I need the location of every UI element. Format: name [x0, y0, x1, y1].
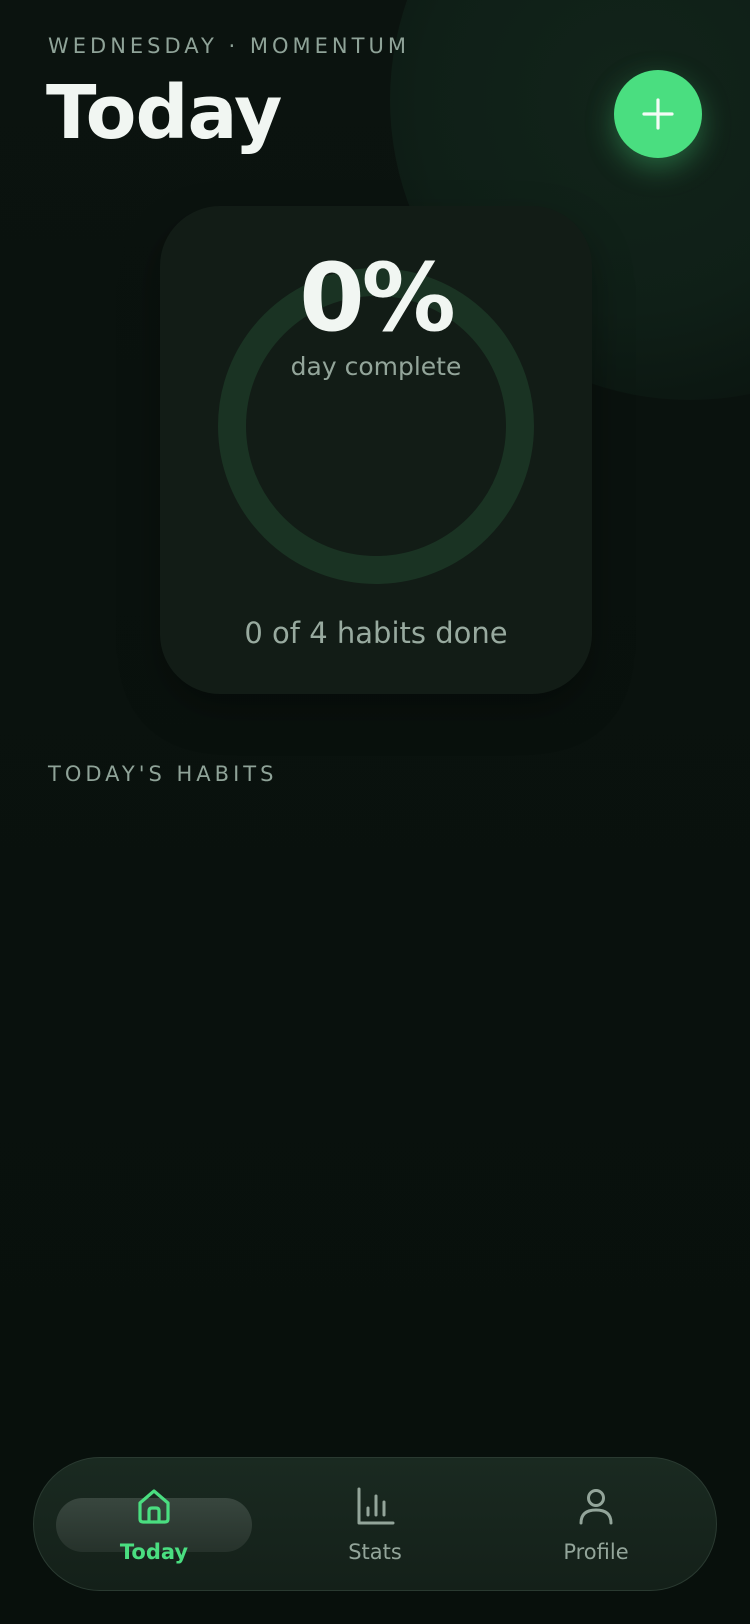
progress-card: 0% day complete 0 of 4 habits done	[160, 206, 592, 694]
bar-chart-icon	[357, 1487, 395, 1525]
plus-icon	[642, 98, 674, 130]
tab-profile[interactable]: Profile	[496, 1458, 696, 1592]
tab-profile-label: Profile	[563, 1540, 629, 1564]
tab-stats[interactable]: Stats	[275, 1458, 475, 1592]
page-title: Today	[46, 70, 282, 156]
tab-today-label: Today	[119, 1540, 189, 1564]
completion-percent: 0%	[299, 244, 456, 353]
bottom-tab-bar: Today Stats Profile	[33, 1457, 717, 1591]
user-icon	[579, 1489, 613, 1525]
date-eyebrow: WEDNESDAY · MOMENTUM	[48, 34, 410, 58]
home-icon	[138, 1489, 170, 1524]
add-habit-button[interactable]	[614, 70, 702, 158]
habits-section-header: TODAY'S HABITS	[48, 762, 278, 786]
habits-summary: 0 of 4 habits done	[244, 616, 508, 650]
tab-today[interactable]: Today	[54, 1458, 254, 1592]
tab-stats-label: Stats	[348, 1540, 402, 1564]
completion-label: day complete	[290, 352, 462, 381]
today-screen: WEDNESDAY · MOMENTUM Today 0% day comple…	[0, 0, 750, 1624]
